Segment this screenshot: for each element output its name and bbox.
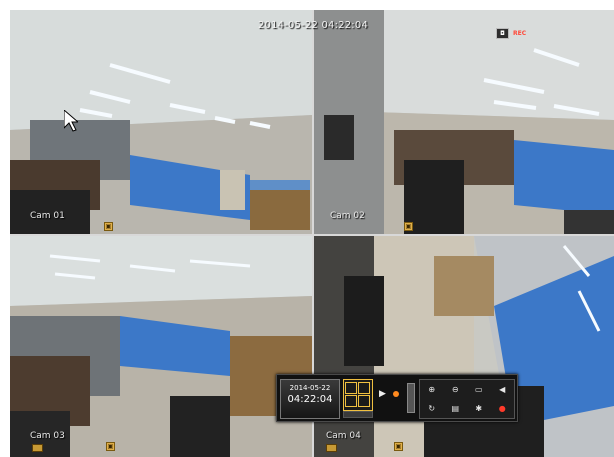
camera-view-3[interactable]: Cam 03 ▣ (10, 236, 312, 457)
fullscreen-icon[interactable]: ▭ (472, 384, 485, 395)
layout-quad-button[interactable] (343, 379, 373, 411)
camera-icon: ◘ (496, 28, 509, 39)
record-icon[interactable]: ● (496, 403, 509, 414)
volume-icon[interactable]: ◀ (496, 384, 509, 395)
camera-4-record-icon (326, 444, 337, 452)
zoom-out-icon[interactable]: ⊖ (449, 384, 462, 395)
camera-4-image (314, 236, 614, 457)
camera-2-status-icon: ▣ (404, 222, 413, 231)
camera-view-1[interactable]: Cam 01 ▣ (10, 10, 312, 234)
camera-1-label: Cam 01 (30, 211, 65, 221)
print-icon[interactable]: ▤ (449, 403, 462, 414)
camera-3-record-icon (32, 444, 43, 452)
camera-3-status-icon: ▣ (106, 442, 115, 451)
camera-1-status-icon: ▣ (104, 222, 113, 231)
camera-3-image (10, 236, 312, 457)
layout-menu-button[interactable] (343, 411, 373, 418)
mouse-cursor-icon (64, 110, 78, 132)
ptz-icon[interactable]: ✱ (472, 403, 485, 414)
camera-2-label: Cam 02 (330, 211, 365, 221)
dvr-control-bar: 2014-05-22 04:22:04 ▶ ⊕ ⊖ ▭ ◀ ↻ ▤ ✱ ● (276, 374, 518, 422)
control-datetime: 2014-05-22 04:22:04 (280, 379, 340, 419)
camera-4-label: Cam 04 (326, 431, 361, 441)
control-time: 04:22:04 (287, 394, 333, 405)
camera-2-image (314, 10, 614, 234)
camera-view-4[interactable]: Cam 04 ▣ (314, 236, 614, 457)
horizontal-divider (10, 234, 614, 236)
volume-slider[interactable] (407, 383, 415, 413)
refresh-icon[interactable]: ↻ (425, 403, 438, 414)
osd-datetime: 2014-05-22 04:22:04 (258, 20, 369, 31)
camera-3-label: Cam 03 (30, 431, 65, 441)
rec-icon: REC (513, 30, 527, 37)
camera-view-2[interactable]: Cam 02 ▣ (314, 10, 614, 234)
camera-1-image (10, 10, 312, 234)
camera-4-status-icon: ▣ (394, 442, 403, 451)
record-dot-icon[interactable] (393, 391, 399, 397)
play-icon[interactable]: ▶ (379, 389, 386, 399)
zoom-in-icon[interactable]: ⊕ (425, 384, 438, 395)
tool-panel: ⊕ ⊖ ▭ ◀ ↻ ▤ ✱ ● (419, 379, 515, 419)
control-date: 2014-05-22 (289, 384, 331, 392)
osd-status-icons: ◘ REC (496, 28, 527, 39)
